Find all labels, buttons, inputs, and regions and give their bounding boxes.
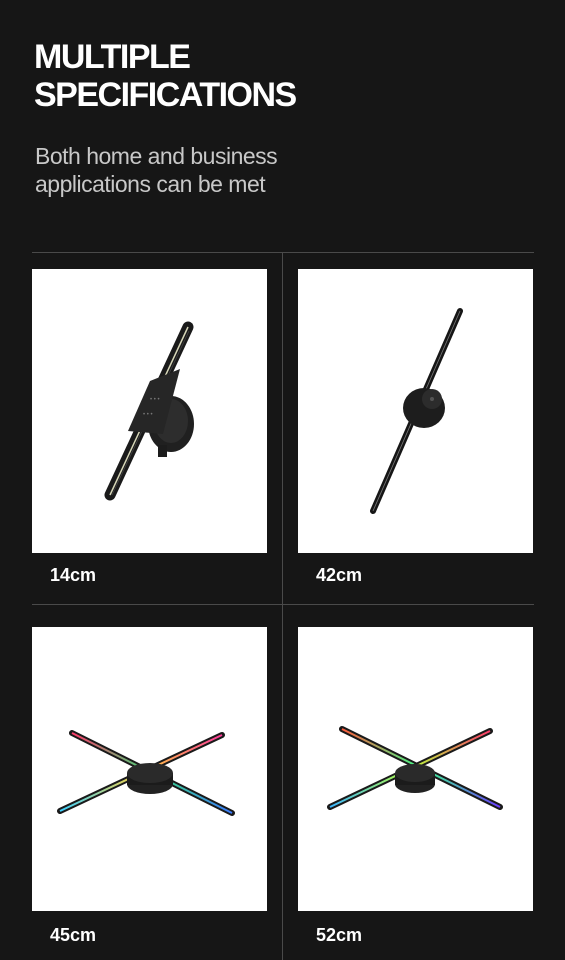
- subtitle-line-1: Both home and business: [35, 143, 278, 169]
- size-label-14cm: 14cm: [50, 565, 97, 585]
- size-label-42cm: 42cm: [316, 565, 363, 585]
- size-label-45cm: 45cm: [50, 925, 97, 945]
- hologram-fan-4-blade-medium-image: [57, 730, 235, 816]
- hologram-fan-4-blade-large-image: [327, 726, 503, 810]
- size-label-52cm: 52cm: [316, 925, 363, 945]
- product-card-45cm[interactable]: [32, 627, 267, 911]
- hologram-fan-2-blade-large-image: [370, 308, 463, 514]
- product-card-42cm[interactable]: [298, 269, 533, 553]
- page-title: MULTIPLE SPECIFICATIONS: [34, 38, 297, 114]
- product-card-14cm[interactable]: • • • • • •: [32, 269, 267, 553]
- grid-divider-top: [32, 252, 534, 253]
- grid-divider-middle: [32, 604, 534, 605]
- svg-text:• • •: • • •: [143, 412, 153, 418]
- page-subtitle: Both home and business applications can …: [35, 142, 278, 198]
- title-line-1: MULTIPLE: [34, 38, 191, 76]
- grid-divider-vertical: [282, 252, 283, 960]
- product-card-52cm[interactable]: [298, 627, 533, 911]
- subtitle-line-2: applications can be met: [35, 171, 266, 197]
- title-line-2: SPECIFICATIONS: [34, 76, 297, 114]
- hologram-fan-2-blade-small-image: • • • • • •: [104, 321, 194, 501]
- svg-text:• • •: • • •: [150, 397, 160, 403]
